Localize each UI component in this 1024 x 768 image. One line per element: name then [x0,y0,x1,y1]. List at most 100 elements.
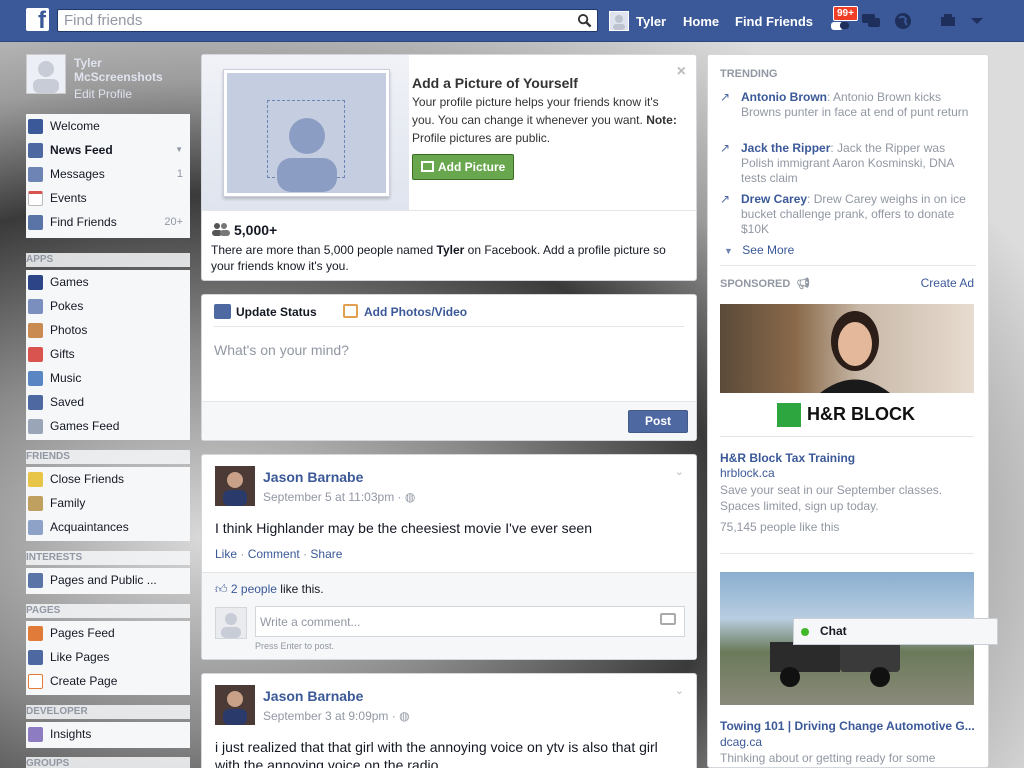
like-link[interactable]: Like [215,547,237,561]
search-icon[interactable] [577,13,592,28]
nav-item-news-feed[interactable]: News Feed ▼ [26,138,190,162]
post-button[interactable]: Post [628,410,688,433]
nav-heading-groups[interactable]: GROUPS [26,757,190,768]
nav-item-games-feed[interactable]: Games Feed [26,414,190,438]
post-actions: Like · Comment · Share [215,547,343,561]
user-silhouette-icon [277,118,337,192]
status-input[interactable]: What's on your mind? [214,342,349,358]
comment-link[interactable]: Comment [248,547,300,561]
nav-item-welcome[interactable]: Welcome [26,114,190,138]
ad-domain[interactable]: dcag.ca [720,735,762,749]
nav-item-insights[interactable]: Insights [26,722,190,746]
nav-heading-apps[interactable]: APPS [26,253,190,267]
messages-icon[interactable] [860,10,882,32]
chat-bar[interactable]: Chat [793,618,998,645]
tab-add-photos-video[interactable]: Add Photos/Video [364,305,467,319]
poke-icon [28,299,43,314]
ad-image[interactable] [720,304,974,393]
nav-item-acquaintances[interactable]: Acquaintances [26,515,190,539]
nav-item-messages[interactable]: Messages 1 [26,162,190,186]
music-icon [28,371,43,386]
nav-item-pages-and-public[interactable]: Pages and Public ... [26,568,190,592]
news-feed-options-icon[interactable]: ▼ [175,138,183,162]
camera-icon[interactable] [660,613,676,625]
user-name-link[interactable]: Tyler [636,14,666,29]
post-text: I think Highlander may be the cheesiest … [215,520,592,536]
edit-profile-link[interactable]: Edit Profile [74,87,132,101]
nav-heading-friends[interactable]: FRIENDS [26,450,190,464]
nav-heading-developer[interactable]: DEVELOPER [26,705,190,719]
find-friends-icon [28,215,43,230]
nav-item-saved[interactable]: Saved [26,390,190,414]
profile-name[interactable]: Tyler McScreenshots [74,56,184,84]
ad-title[interactable]: Towing 101 | Driving Change Automotive G… [720,719,975,733]
trending-see-more[interactable]: ▼ See More [724,243,794,257]
add-picture-button[interactable]: Add Picture [412,154,515,180]
search-box[interactable] [57,9,598,32]
nav-item-pokes[interactable]: Pokes [26,294,190,318]
ad-title[interactable]: H&R Block Tax Training [720,451,855,465]
user-silhouette-icon [221,613,241,638]
search-input[interactable] [58,10,568,31]
nav-apps: Games Pokes Photos Gifts Music Saved Gam… [26,270,190,440]
comment-input[interactable]: Write a comment... [255,606,685,637]
profile-block: Tyler McScreenshots Edit Profile [26,54,190,102]
create-ad-link[interactable]: Create Ad [921,276,974,290]
gift-icon [28,347,43,362]
add-picture-description: Your profile picture helps your friends … [412,95,677,145]
trending-item[interactable]: ↗ Antonio Brown: Antonio Brown kicks Bro… [720,90,970,120]
nav-item-close-friends[interactable]: Close Friends [26,467,190,491]
post-author[interactable]: Jason Barnabe [263,688,363,704]
author-avatar[interactable] [215,466,255,506]
person-photo-icon [820,311,890,393]
author-avatar[interactable] [215,685,255,725]
post-timestamp[interactable]: September 5 at 11:03pm · ◍ [263,490,415,504]
trending-arrow-icon: ↗ [720,141,731,155]
thumbs-up-icon: 👍︎ [215,582,228,596]
nav-item-like-pages[interactable]: Like Pages [26,645,190,669]
nav-item-pages-feed[interactable]: Pages Feed [26,621,190,645]
insights-chart-icon [28,727,43,742]
likes-people-link[interactable]: 2 people [231,582,277,596]
post-options-chevron-icon[interactable]: ⌄ [675,465,684,478]
facebook-logo-icon[interactable]: f [26,8,49,31]
gamepad-icon [28,419,43,434]
trending-item[interactable]: ↗ Drew Carey: Drew Carey weighs in on ic… [720,192,970,237]
trending-item[interactable]: ↗ Jack the Ripper: Jack the Ripper was P… [720,141,970,186]
ad-domain[interactable]: hrblock.ca [720,466,775,480]
star-icon [28,472,43,487]
nav-item-games[interactable]: Games [26,270,190,294]
nav-heading-pages[interactable]: PAGES [26,604,190,618]
nav-heading-interests[interactable]: INTERESTS [26,551,190,565]
tab-update-status[interactable]: Update Status [236,305,317,319]
acquaintances-icon [28,520,43,535]
commenter-avatar [215,607,247,639]
ad-brand-banner[interactable]: H&R BLOCK [720,393,974,437]
settings-dropdown-icon[interactable] [966,10,988,32]
privacy-shortcuts-icon[interactable] [937,10,959,32]
close-icon[interactable]: × [677,63,686,81]
nav-item-photos[interactable]: Photos [26,318,190,342]
nav-item-music[interactable]: Music [26,366,190,390]
nav-item-family[interactable]: Family [26,491,190,515]
profile-picture[interactable] [26,54,66,94]
post-options-chevron-icon[interactable]: ⌄ [675,684,684,697]
notifications-globe-icon[interactable] [892,10,914,32]
likes-summary: 👍︎ 2 people like this. [215,582,324,596]
chevron-down-icon: ▼ [724,246,733,256]
share-link[interactable]: Share [310,547,342,561]
nav-developer: Insights [26,722,190,748]
user-silhouette-icon [33,61,59,93]
nav-item-gifts[interactable]: Gifts [26,342,190,366]
post-author[interactable]: Jason Barnabe [263,469,363,485]
nav-interests: Pages and Public ... [26,568,190,594]
nav-item-events[interactable]: Events [26,186,190,210]
user-avatar[interactable] [609,11,629,31]
messages-icon [28,167,43,182]
home-link[interactable]: Home [683,14,719,29]
find-friends-link[interactable]: Find Friends [735,14,813,29]
nav-item-create-page[interactable]: Create Page [26,669,190,693]
post-timestamp[interactable]: September 3 at 9:09pm · ◍ [263,709,410,723]
nav-item-find-friends[interactable]: Find Friends 20+ [26,210,190,234]
facebook-icon [28,119,43,134]
